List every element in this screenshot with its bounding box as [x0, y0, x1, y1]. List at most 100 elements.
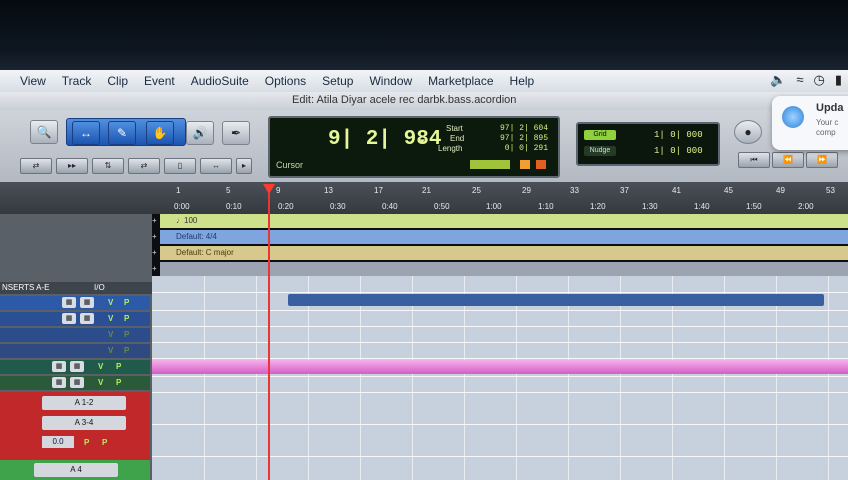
output-selector-a12[interactable]: A 1-2 — [42, 396, 126, 410]
main-counter[interactable]: 9| 2| 984 ▾ Cursor Start End Length 97| … — [268, 116, 560, 178]
output-selector-a34[interactable]: A 3-4 — [42, 416, 126, 430]
midi-clip-bass[interactable] — [288, 294, 824, 306]
bar-tick: 29 — [522, 186, 531, 195]
trim-tool-icon[interactable]: ↔ — [72, 121, 100, 145]
key-lane[interactable] — [160, 246, 848, 260]
edit-mode-button-2[interactable]: ▸▸ — [56, 158, 88, 174]
playhead-cursor[interactable] — [268, 188, 270, 480]
menu-audiosuite[interactable]: AudioSuite — [183, 74, 257, 88]
rewind-button[interactable]: ⏪ — [772, 152, 804, 168]
marker-lane[interactable] — [160, 262, 848, 276]
track-3-v-button[interactable]: V — [108, 330, 113, 339]
bar-tick: 13 — [324, 186, 333, 195]
menu-clip[interactable]: Clip — [99, 74, 136, 88]
track-6-p-button[interactable]: P — [116, 378, 121, 387]
length-value[interactable]: 0| 0| 291 — [488, 144, 548, 153]
wifi-icon[interactable]: ≈ — [796, 72, 803, 88]
meter-lane[interactable] — [160, 230, 848, 244]
track-5-io-button-2[interactable]: ▦ — [70, 361, 84, 372]
edit-mode-button-3[interactable]: ⇅ — [92, 158, 124, 174]
red-track-p-button-1[interactable]: P — [84, 438, 89, 447]
menu-track[interactable]: Track — [54, 74, 100, 88]
window-title-bar: Edit: Atila Diyar acele rec darbk.bass.a… — [0, 92, 848, 110]
track-2-p-button[interactable]: P — [124, 314, 129, 323]
edit-mode-button-4[interactable]: ⇄ — [128, 158, 160, 174]
record-indicator-icon[interactable] — [536, 160, 546, 169]
track-1-io-button[interactable]: ▦ — [62, 297, 76, 308]
bar-tick: 33 — [570, 186, 579, 195]
time-tick: 1:20 — [590, 202, 606, 211]
speaker-scrub-icon[interactable]: 🔊 — [186, 121, 214, 145]
bar-tick: 45 — [724, 186, 733, 195]
clock-icon[interactable]: ◷ — [814, 72, 825, 88]
track-1-p-button[interactable]: P — [124, 298, 129, 307]
inserts-header: NSERTS A-E — [2, 283, 50, 292]
volume-icon[interactable]: 🔈 — [770, 72, 786, 88]
grid-button[interactable]: Grid — [584, 130, 616, 140]
track-5-p-button[interactable]: P — [116, 362, 121, 371]
playhead-marker-icon[interactable] — [263, 184, 275, 194]
menu-setup[interactable]: Setup — [314, 74, 361, 88]
add-meter-icon[interactable]: + — [152, 232, 157, 241]
bar-tick: 21 — [422, 186, 431, 195]
add-key-icon[interactable]: + — [152, 248, 157, 257]
zoom-icon[interactable]: 🔍 — [30, 120, 58, 144]
menu-marketplace[interactable]: Marketplace — [420, 74, 501, 88]
mix-column-header: NSERTS A-E I/O — [0, 282, 152, 294]
fast-forward-button[interactable]: ⏩ — [806, 152, 838, 168]
track-1-v-button[interactable]: V — [108, 298, 113, 307]
track-6-io-button-2[interactable]: ▦ — [70, 377, 84, 388]
bar-tick: 17 — [374, 186, 383, 195]
track-5-io-button[interactable]: ▦ — [52, 361, 66, 372]
grid-value[interactable]: 1| 0| 000 — [654, 130, 703, 140]
tempo-lane[interactable] — [160, 214, 848, 228]
battery-icon[interactable]: ▮ — [835, 72, 842, 88]
pre-post-roll-icon[interactable] — [520, 160, 530, 169]
track-1-io-button-2[interactable]: ▦ — [80, 297, 94, 308]
track-2-v-button[interactable]: V — [108, 314, 113, 323]
selector-tool-icon[interactable]: ✎ — [108, 121, 136, 145]
nudge-button[interactable]: Nudge — [584, 146, 616, 156]
edit-mode-button-7[interactable]: ▸ — [236, 158, 252, 174]
menu-event[interactable]: Event — [136, 74, 183, 88]
track-4-v-button[interactable]: V — [108, 346, 113, 355]
menu-options[interactable]: Options — [257, 74, 314, 88]
notification-text: Your c comp — [816, 118, 839, 137]
track-row-2: ▦ ▦ V P — [0, 312, 150, 326]
record-mode-icon[interactable]: ● — [734, 120, 762, 144]
counter-dropdown-icon[interactable]: ▾ — [420, 136, 425, 147]
red-track-p-button-2[interactable]: P — [102, 438, 107, 447]
nudge-value[interactable]: 1| 0| 000 — [654, 146, 703, 156]
meter-value: Default: 4/4 — [176, 232, 217, 241]
menu-view[interactable]: View — [12, 74, 54, 88]
track-2-io-button[interactable]: ▦ — [62, 313, 76, 324]
track-5-v-button[interactable]: V — [98, 362, 103, 371]
add-tempo-icon[interactable]: + — [152, 216, 157, 225]
timeline-ruler[interactable]: 1 5 9 13 17 21 25 29 33 37 41 45 49 53 0… — [0, 182, 848, 214]
track-row-5: ▦ ▦ V P — [0, 360, 150, 374]
start-value[interactable]: 97| 2| 604 — [488, 124, 548, 133]
pencil-tool-icon[interactable]: ✒ — [222, 121, 250, 145]
green-track-section: A 4 — [0, 460, 150, 480]
track-3-p-button[interactable]: P — [124, 330, 129, 339]
update-notification[interactable]: Upda Your c comp — [772, 96, 848, 150]
edit-mode-button-5[interactable]: ▯ — [164, 158, 196, 174]
update-icon — [782, 106, 804, 128]
audio-clip-accordion[interactable] — [152, 360, 848, 374]
menu-window[interactable]: Window — [361, 74, 420, 88]
edit-mode-button-1[interactable]: ⇄ — [20, 158, 52, 174]
edit-window-tracks[interactable] — [152, 276, 848, 480]
sync-indicator[interactable] — [470, 160, 510, 169]
add-marker-icon[interactable]: + — [152, 264, 157, 273]
end-value[interactable]: 97| 2| 895 — [488, 134, 548, 143]
track-6-v-button[interactable]: V — [98, 378, 103, 387]
grabber-hand-icon[interactable]: ✋ — [146, 121, 174, 145]
track-6-io-button[interactable]: ▦ — [52, 377, 66, 388]
track-4-p-button[interactable]: P — [124, 346, 129, 355]
output-selector-a4[interactable]: A 4 — [34, 463, 118, 477]
volume-value[interactable]: 0.0 — [42, 436, 74, 448]
menu-help[interactable]: Help — [502, 74, 543, 88]
return-to-zero-button[interactable]: ⏮ — [738, 152, 770, 168]
track-2-io-button-2[interactable]: ▦ — [80, 313, 94, 324]
edit-mode-button-6[interactable]: ↔ — [200, 158, 232, 174]
